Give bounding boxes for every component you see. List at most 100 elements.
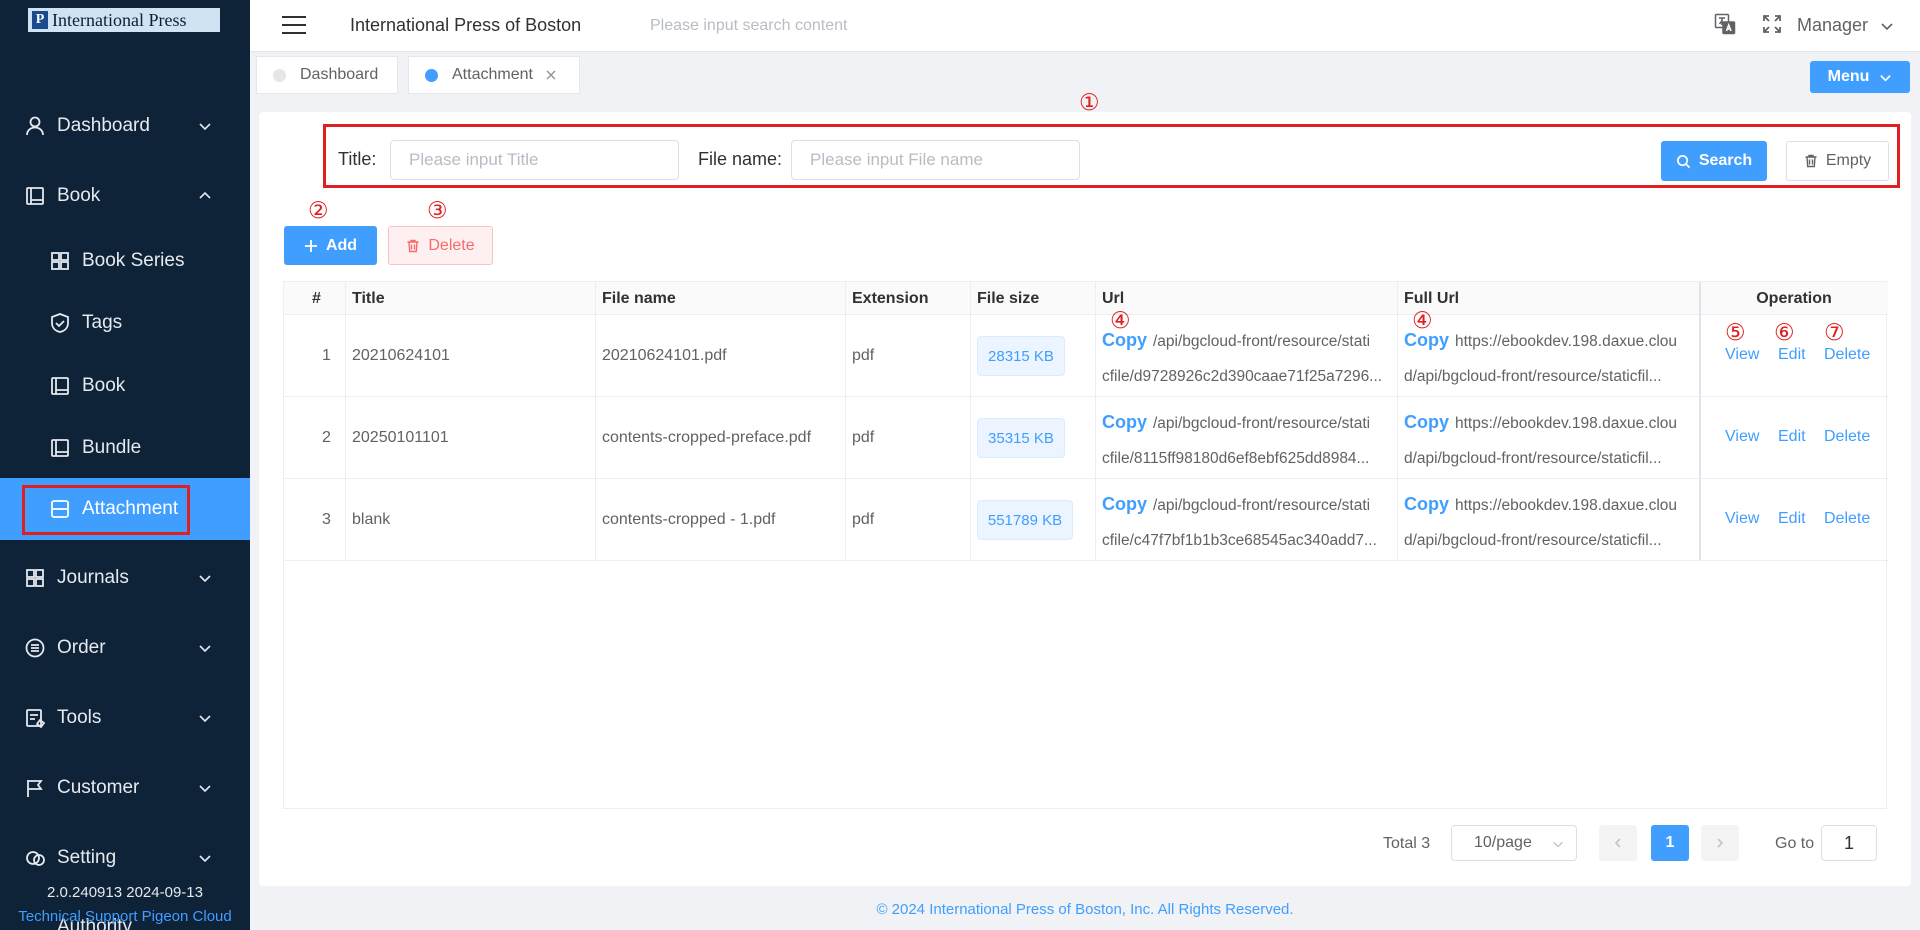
full-url-text: https://ebookdev.198.daxue.clou bbox=[1455, 415, 1678, 432]
page-size-select[interactable]: 10/page bbox=[1451, 825, 1577, 861]
cell-url: Copy/api/bgcloud-front/resource/stati cf… bbox=[1096, 479, 1397, 560]
full-url-text: https://ebookdev.198.daxue.clou bbox=[1455, 333, 1678, 350]
search-button[interactable]: Search bbox=[1661, 141, 1767, 181]
prev-page-button[interactable] bbox=[1599, 825, 1637, 861]
goto-page-input[interactable] bbox=[1821, 825, 1877, 861]
hamburger-icon[interactable] bbox=[282, 15, 306, 35]
book-icon bbox=[26, 187, 44, 205]
chevron-down-icon[interactable] bbox=[1880, 19, 1894, 33]
col-header-filename: File name bbox=[602, 289, 676, 307]
empty-button[interactable]: Empty bbox=[1786, 141, 1889, 181]
col-header-title: Title bbox=[352, 289, 385, 307]
full-url-text: https://ebookdev.198.daxue.clou bbox=[1455, 497, 1678, 514]
logo: P International Press bbox=[28, 8, 220, 32]
cell-index: 2 bbox=[322, 428, 331, 446]
sidebar-item-journals[interactable]: Journals bbox=[0, 553, 250, 603]
table-row: 2 20250101101 contents-cropped-preface.p… bbox=[284, 397, 1888, 479]
delete-button[interactable]: Delete bbox=[388, 226, 493, 265]
sidebar-item-book[interactable]: Book bbox=[0, 361, 250, 411]
chevron-left-icon bbox=[1614, 838, 1621, 848]
title-filter-label: Title: bbox=[338, 149, 377, 169]
copy-url-button[interactable]: Copy bbox=[1102, 412, 1147, 432]
file-size-tag: 551789 KB bbox=[977, 500, 1073, 540]
tab-attachment[interactable]: Attachment bbox=[408, 56, 580, 94]
file-size-tag: 28315 KB bbox=[977, 336, 1065, 376]
url-text-cont: cfile/c47f7bf1b1b3ce68545ac340add7... bbox=[1102, 532, 1377, 549]
copy-url-button[interactable]: Copy bbox=[1102, 330, 1147, 350]
cell-url: Copy/api/bgcloud-front/resource/stati cf… bbox=[1096, 315, 1397, 396]
tab-label: Dashboard bbox=[300, 66, 379, 83]
book-icon bbox=[51, 439, 69, 457]
sidebar-item-label: Dashboard bbox=[57, 115, 150, 136]
cell-filename: contents-cropped-preface.pdf bbox=[602, 428, 812, 446]
sidebar-item-book-group[interactable]: Book bbox=[0, 171, 250, 221]
copy-full-url-button[interactable]: Copy bbox=[1404, 412, 1449, 432]
support-link[interactable]: Technical Support Pigeon Cloud bbox=[0, 908, 250, 925]
search-icon bbox=[1676, 154, 1691, 168]
copy-url-button[interactable]: Copy bbox=[1102, 494, 1147, 514]
view-link[interactable]: View bbox=[1725, 510, 1759, 528]
filename-filter-input[interactable] bbox=[791, 140, 1080, 180]
tools-icon bbox=[26, 709, 46, 729]
footer-copyright: © 2024 International Press of Boston, In… bbox=[876, 901, 1294, 918]
chevron-down-icon bbox=[199, 785, 211, 793]
edit-link[interactable]: Edit bbox=[1778, 346, 1806, 364]
logo-text: International Press bbox=[52, 9, 187, 30]
sidebar-item-book-series[interactable]: Book Series bbox=[0, 236, 250, 286]
chevron-down-icon bbox=[199, 123, 211, 131]
tab-dashboard[interactable]: Dashboard bbox=[256, 56, 398, 94]
sidebar-item-bundle[interactable]: Bundle bbox=[0, 423, 250, 473]
edit-link[interactable]: Edit bbox=[1778, 510, 1806, 528]
chevron-down-icon bbox=[199, 855, 211, 863]
cell-extension: pdf bbox=[852, 428, 875, 446]
delete-link[interactable]: Delete bbox=[1824, 510, 1870, 528]
url-text: /api/bgcloud-front/resource/stati bbox=[1153, 497, 1371, 514]
fullscreen-icon[interactable] bbox=[1762, 14, 1782, 34]
annotation-box-attachment bbox=[22, 485, 190, 535]
col-header-filesize: File size bbox=[977, 289, 1040, 307]
delete-link[interactable]: Delete bbox=[1824, 346, 1870, 364]
url-text-cont: cfile/d9728926c2d390caae71f25a7296... bbox=[1102, 368, 1383, 385]
copy-full-url-button[interactable]: Copy bbox=[1404, 494, 1449, 514]
empty-button-label: Empty bbox=[1825, 152, 1872, 169]
cell-full-url: Copy https://ebookdev.198.daxue.clou d/ap… bbox=[1398, 315, 1699, 396]
search-button-label: Search bbox=[1698, 152, 1753, 169]
next-page-button[interactable] bbox=[1701, 825, 1739, 861]
global-search-input[interactable] bbox=[650, 12, 950, 40]
view-link[interactable]: View bbox=[1725, 346, 1759, 364]
sidebar-item-tags[interactable]: Tags bbox=[0, 298, 250, 348]
col-header-operation: Operation bbox=[1756, 289, 1832, 307]
cell-full-url: Copy https://ebookdev.198.daxue.clou d/ap… bbox=[1398, 479, 1699, 560]
user-menu[interactable]: Manager bbox=[1797, 15, 1868, 36]
main-card: ① Title: File name: Search Empty ② ③ Add… bbox=[259, 90, 1911, 886]
delete-link[interactable]: Delete bbox=[1824, 428, 1870, 446]
top-header: International Press of Boston Manager bbox=[250, 0, 1920, 52]
sidebar-item-label: Bundle bbox=[82, 437, 142, 458]
view-link[interactable]: View bbox=[1725, 428, 1759, 446]
filename-filter-label: File name: bbox=[698, 149, 783, 169]
sidebar-item-order[interactable]: Order bbox=[0, 623, 250, 673]
close-icon[interactable] bbox=[545, 69, 557, 81]
menu-button[interactable]: Menu bbox=[1810, 61, 1910, 93]
sidebar-item-tools[interactable]: Tools bbox=[0, 693, 250, 743]
sidebar-item-dashboard[interactable]: Dashboard bbox=[0, 101, 250, 151]
plus-icon bbox=[304, 239, 317, 252]
grid-icon bbox=[26, 569, 44, 587]
col-header-extension: Extension bbox=[852, 289, 929, 307]
edit-link[interactable]: Edit bbox=[1778, 428, 1806, 446]
cell-index: 1 bbox=[322, 346, 331, 364]
sidebar-item-customer[interactable]: Customer bbox=[0, 763, 250, 813]
sidebar-item-label: Journals bbox=[57, 567, 129, 588]
sidebar-item-setting[interactable]: Setting bbox=[0, 833, 250, 883]
add-button[interactable]: Add bbox=[284, 226, 377, 265]
sidebar: P International Press Dashboard Book Boo… bbox=[0, 0, 250, 930]
cell-index: 3 bbox=[322, 510, 331, 528]
copy-full-url-button[interactable]: Copy bbox=[1404, 330, 1449, 350]
page-button-current[interactable]: 1 bbox=[1651, 825, 1689, 861]
cell-filename: contents-cropped - 1.pdf bbox=[602, 510, 776, 528]
sidebar-item-label: Book bbox=[57, 185, 101, 206]
title-filter-input[interactable] bbox=[390, 140, 679, 180]
translate-icon[interactable] bbox=[1714, 13, 1736, 35]
version-text: 2.0.240913 2024-09-13 bbox=[47, 884, 203, 901]
grid-icon bbox=[51, 252, 69, 270]
